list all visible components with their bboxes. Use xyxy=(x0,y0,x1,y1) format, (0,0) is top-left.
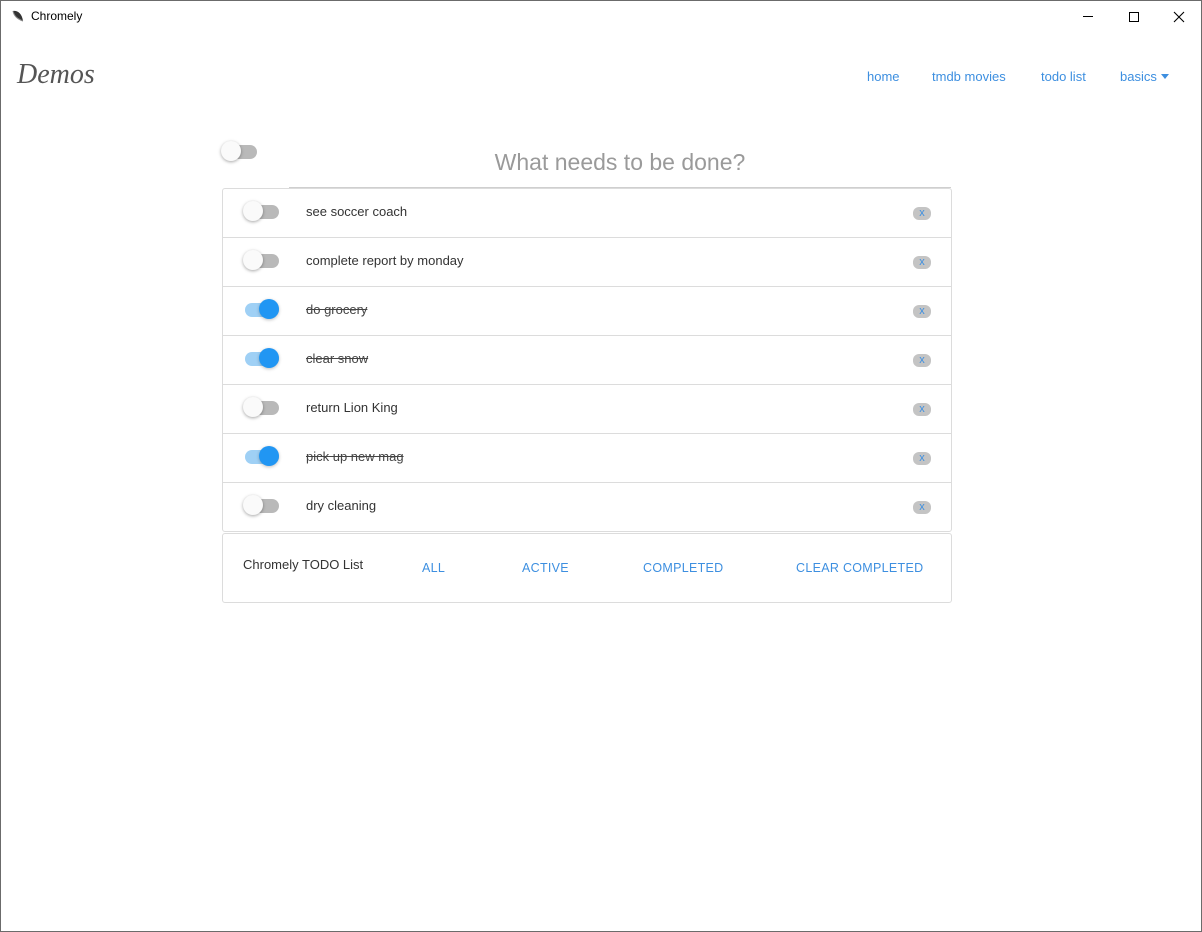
nav-link-tmdb-movies[interactable]: tmdb movies xyxy=(932,69,1006,84)
todo-item-toggle[interactable] xyxy=(243,396,281,418)
delete-todo-button[interactable]: x xyxy=(913,501,931,514)
brand-title[interactable]: Demos xyxy=(17,59,95,91)
switch-thumb xyxy=(259,348,279,368)
todo-item-text[interactable]: complete report by monday xyxy=(306,253,464,268)
todo-item-text[interactable]: pick up new mag xyxy=(306,449,404,464)
todo-item: clear snow x xyxy=(223,336,951,385)
todo-item: dry cleaning x xyxy=(223,483,951,532)
filter-all-button[interactable]: ALL xyxy=(422,561,445,575)
todo-item-text[interactable]: do grocery xyxy=(306,302,367,317)
nav-link-todo-list[interactable]: todo list xyxy=(1041,69,1086,84)
todo-item: see soccer coach x xyxy=(223,189,951,238)
todo-item: return Lion King x xyxy=(223,385,951,434)
todo-footer: Chromely TODO List ALL ACTIVE COMPLETED … xyxy=(222,533,952,603)
switch-thumb xyxy=(221,141,241,161)
new-todo-input[interactable] xyxy=(289,138,951,188)
filter-completed-button[interactable]: COMPLETED xyxy=(643,561,724,575)
chromely-logo-icon xyxy=(12,10,24,22)
todo-item: pick up new mag x xyxy=(223,434,951,483)
switch-thumb xyxy=(243,201,263,221)
todo-list: see soccer coach x complete report by mond… xyxy=(222,188,952,532)
switch-thumb xyxy=(243,250,263,270)
switch-thumb xyxy=(243,495,263,515)
delete-todo-button[interactable]: x xyxy=(913,256,931,269)
close-icon xyxy=(1173,11,1185,22)
switch-thumb xyxy=(259,299,279,319)
todo-item-toggle[interactable] xyxy=(243,347,281,369)
todo-item-toggle[interactable] xyxy=(243,200,281,222)
todo-item: do grocery x xyxy=(223,287,951,336)
footer-title: Chromely TODO List xyxy=(243,557,364,572)
todo-item-text[interactable]: clear snow xyxy=(306,351,368,366)
maximize-button[interactable] xyxy=(1111,1,1157,32)
delete-todo-button[interactable]: x xyxy=(913,403,931,416)
clear-completed-button[interactable]: CLEAR COMPLETED xyxy=(796,561,923,575)
switch-thumb xyxy=(243,397,263,417)
maximize-icon xyxy=(1129,11,1139,22)
todo-item-text[interactable]: return Lion King xyxy=(306,400,398,415)
todo-item-toggle[interactable] xyxy=(243,298,281,320)
todo-item-toggle[interactable] xyxy=(243,494,281,516)
nav-dropdown-basics-label: basics xyxy=(1120,69,1157,84)
close-button[interactable] xyxy=(1156,1,1202,32)
delete-todo-button[interactable]: x xyxy=(913,452,931,465)
nav-dropdown-basics[interactable]: basics xyxy=(1120,69,1169,84)
switch-thumb xyxy=(259,446,279,466)
caret-down-icon xyxy=(1160,74,1169,79)
delete-todo-button[interactable]: x xyxy=(913,305,931,318)
todo-item-toggle[interactable] xyxy=(243,249,281,271)
minimize-button[interactable] xyxy=(1065,1,1111,32)
window-title: Chromely xyxy=(31,9,83,23)
nav-link-home[interactable]: home xyxy=(867,69,900,84)
delete-todo-button[interactable]: x xyxy=(913,354,931,367)
toggle-all-switch[interactable] xyxy=(221,140,259,162)
todo-item-text[interactable]: see soccer coach xyxy=(306,204,407,219)
filter-active-button[interactable]: ACTIVE xyxy=(522,561,569,575)
app-window: Chromely Demos home tmdb movies todo lis… xyxy=(0,0,1202,932)
minimize-icon xyxy=(1083,16,1093,17)
todo-item-toggle[interactable] xyxy=(243,445,281,467)
delete-todo-button[interactable]: x xyxy=(913,207,931,220)
todo-item: complete report by monday x xyxy=(223,238,951,287)
title-bar[interactable]: Chromely xyxy=(1,1,1201,32)
todo-item-text[interactable]: dry cleaning xyxy=(306,498,376,513)
